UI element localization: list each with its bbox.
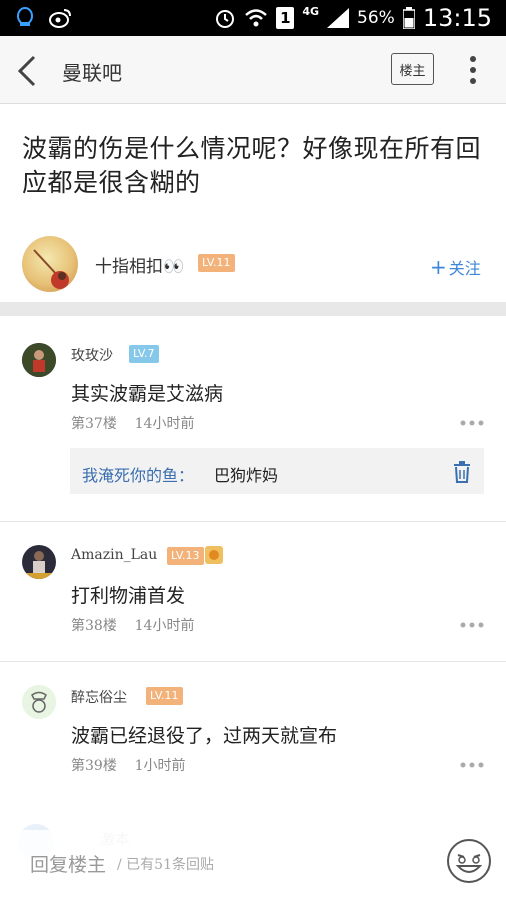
more-icon[interactable] <box>460 622 484 628</box>
reply-content: 波霸已经退役了，过两天就宣布 <box>71 725 338 747</box>
top-nav-bar: 曼联吧 楼主 <box>0 36 506 104</box>
more-icon[interactable] <box>460 762 484 768</box>
clock: 13:15 <box>422 4 492 32</box>
avatar-image <box>22 343 56 377</box>
reply-time: 14小时前 <box>134 416 195 432</box>
avatar[interactable] <box>22 685 56 719</box>
reply-divider <box>0 521 506 522</box>
avatar-image <box>22 545 56 579</box>
reply-input[interactable]: 回复楼主 <box>30 850 106 877</box>
status-bar: 1 4G 56% 13:15 <box>0 0 506 36</box>
battery-icon <box>402 7 415 29</box>
avatar-image <box>33 249 69 289</box>
reply-username[interactable]: 醉忘俗尘 <box>71 687 127 707</box>
reply-username[interactable]: Amazin_Lau <box>71 547 157 563</box>
reply-content: 其实波霸是艾滋病 <box>71 383 224 405</box>
reply-meta: 第39楼 1小时前 <box>71 755 186 775</box>
follow-label: 关注 <box>448 259 481 278</box>
sub-reply-text: 巴狗炸妈 <box>214 466 279 485</box>
reply-time: 14小时前 <box>134 618 195 634</box>
post-title: 波霸的伤是什么情况呢？好像现在所有回应都是很含糊的 <box>22 134 482 197</box>
avatar[interactable] <box>22 236 78 292</box>
reply-content: 打利物浦首发 <box>71 585 186 607</box>
reply-divider <box>0 661 506 662</box>
avatar-image <box>22 685 56 719</box>
reply-count: / 已有51条回贴 <box>117 857 214 873</box>
signal-icon <box>327 8 350 28</box>
reply-time: 1小时前 <box>134 758 186 774</box>
sub-reply-username[interactable]: 我淹死你的鱼： <box>82 462 194 486</box>
floor-number: 第37楼 <box>71 416 117 432</box>
level-badge: LV.11 <box>198 254 235 272</box>
trash-icon[interactable] <box>453 461 471 483</box>
reply-meta: 第37楼 14小时前 <box>71 413 194 433</box>
avatar[interactable] <box>22 343 56 377</box>
avatar[interactable] <box>22 545 56 579</box>
more-icon[interactable] <box>466 54 480 86</box>
only-op-button[interactable]: 楼主 <box>391 53 434 85</box>
reply-meta: 第38楼 14小时前 <box>71 615 194 635</box>
reply-username[interactable]: 玫玫沙 <box>71 345 113 365</box>
wifi-icon <box>245 9 268 27</box>
more-icon[interactable] <box>460 420 484 426</box>
sim-icon: 1 <box>276 7 295 29</box>
author-name[interactable]: 十指相扣👀 <box>95 252 184 277</box>
plus-icon: + <box>430 255 447 279</box>
member-badge-icon <box>205 546 223 564</box>
floor-number: 第39楼 <box>71 758 117 774</box>
qq-icon <box>17 7 33 26</box>
back-icon[interactable] <box>14 54 40 88</box>
weibo-icon <box>49 9 71 28</box>
level-badge: LV.13 <box>167 547 204 565</box>
sub-reply[interactable]: 我淹死你的鱼： 巴狗炸妈 <box>70 448 484 494</box>
forum-title[interactable]: 曼联吧 <box>62 57 122 86</box>
battery-percent: 56% <box>357 8 395 28</box>
alarm-icon <box>216 10 235 28</box>
network-type: 4G <box>302 4 320 18</box>
floor-number: 第38楼 <box>71 618 117 634</box>
section-divider <box>0 302 506 316</box>
emoji-icon[interactable] <box>446 838 492 884</box>
level-badge: LV.11 <box>146 687 183 705</box>
follow-button[interactable]: + 关注 <box>430 255 481 279</box>
level-badge: LV.7 <box>129 345 159 363</box>
